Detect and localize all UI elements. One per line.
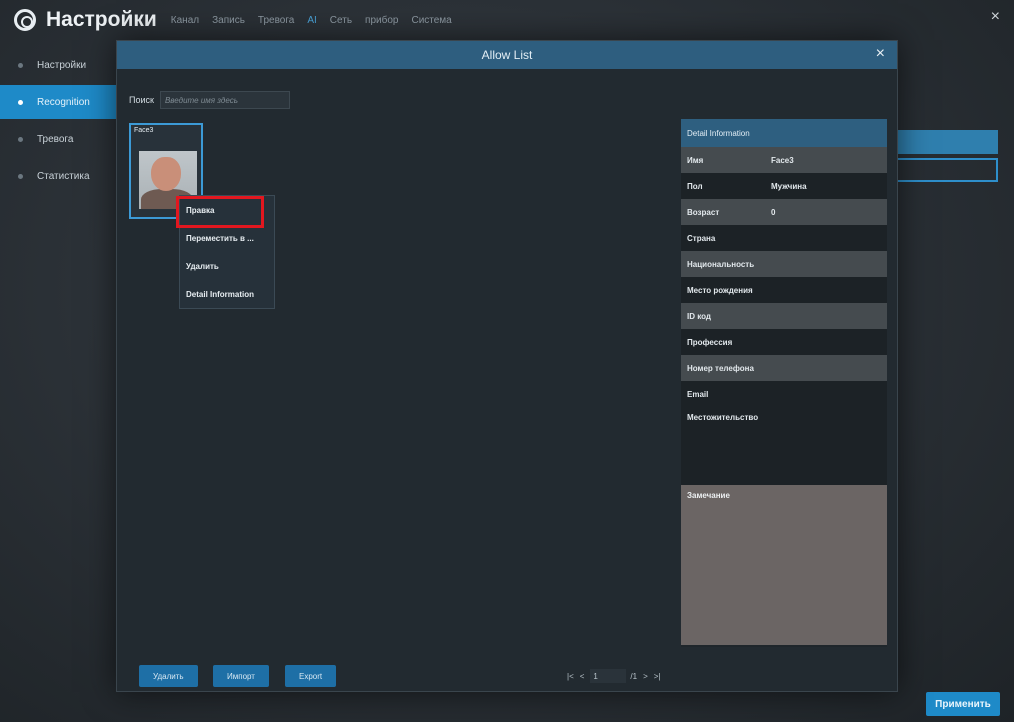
app-title: Настройки	[46, 8, 157, 31]
detail-row-email: Email	[681, 381, 887, 407]
detail-row-profession: Профессия	[681, 329, 887, 355]
detail-row-phone: Номер телефона	[681, 355, 887, 381]
face-photo-head	[151, 157, 181, 191]
detail-rows: Имя Face3 Пол Мужчина Возраст 0 Страна Н…	[681, 147, 887, 407]
detail-label: Номер телефона	[687, 363, 754, 373]
detail-row-birthplace: Место рождения	[681, 277, 887, 303]
tab-device[interactable]: прибор	[365, 15, 398, 26]
context-menu-detail-information[interactable]: Detail Information	[180, 280, 274, 308]
close-icon[interactable]: ×	[876, 45, 885, 63]
context-menu-edit[interactable]: Правка	[176, 196, 274, 228]
detail-label: Национальность	[687, 259, 755, 269]
face-card-name: Face3	[134, 127, 154, 134]
page-total: /1	[630, 671, 638, 681]
sidebar: Настройки Recognition Тревога Статистика	[0, 48, 120, 196]
delete-button[interactable]: Удалить	[139, 665, 198, 687]
gear-icon	[14, 9, 36, 31]
detail-label: Профессия	[687, 337, 733, 347]
tab-network[interactable]: Сеть	[330, 15, 352, 26]
search-row: Поиск	[129, 91, 290, 109]
detail-value: 0	[771, 207, 776, 217]
detail-row-age: Возраст 0	[681, 199, 887, 225]
detail-row-id-code: ID код	[681, 303, 887, 329]
detail-label: Email	[687, 389, 709, 399]
next-page-button[interactable]: >	[643, 672, 648, 681]
detail-label: Страна	[687, 233, 716, 243]
apply-button[interactable]: Применить	[926, 692, 1000, 716]
background-list-row	[892, 130, 998, 154]
sidebar-item-settings[interactable]: Настройки	[0, 48, 120, 82]
detail-information-panel: Detail Information Имя Face3 Пол Мужчина…	[681, 119, 887, 647]
sidebar-item-label: Статистика	[37, 170, 90, 182]
dialog-header: Allow List ×	[117, 41, 897, 69]
sidebar-item-alarm[interactable]: Тревога	[0, 122, 120, 156]
detail-row-country: Страна	[681, 225, 887, 251]
search-input[interactable]	[159, 91, 290, 109]
dialog-title: Allow List	[481, 48, 533, 62]
detail-header: Detail Information	[681, 119, 887, 147]
pager: |< < 1 /1 > >|	[567, 669, 667, 683]
context-menu-delete[interactable]: Удалить	[180, 252, 274, 280]
detail-value: Мужчина	[771, 181, 807, 191]
sidebar-item-label: Тревога	[37, 133, 74, 145]
detail-label: Имя	[687, 155, 704, 165]
top-bar: Настройки Канал Запись Тревога AI Сеть п…	[0, 0, 1014, 40]
tab-alarm[interactable]: Тревога	[258, 15, 294, 26]
search-label: Поиск	[129, 95, 154, 105]
sidebar-item-label: Recognition	[37, 96, 90, 108]
context-menu: Правка Переместить в ... Удалить Detail …	[176, 195, 275, 309]
allow-list-dialog: Allow List × Поиск Face3 Правка Перемест…	[116, 40, 898, 692]
bullet-icon	[18, 173, 23, 179]
tab-record[interactable]: Запись	[212, 15, 245, 26]
context-menu-move-to[interactable]: Переместить в ...	[180, 224, 274, 252]
detail-value: Face3	[771, 155, 794, 165]
detail-label: Место рождения	[687, 285, 753, 295]
sidebar-item-recognition[interactable]: Recognition	[0, 85, 120, 119]
bullet-icon	[18, 62, 23, 68]
detail-row-gender: Пол Мужчина	[681, 173, 887, 199]
export-button[interactable]: Export	[285, 665, 337, 687]
background-input-box	[892, 158, 998, 182]
detail-label: Возраст	[687, 207, 720, 217]
bullet-icon	[18, 136, 23, 142]
prev-page-button[interactable]: <	[580, 672, 585, 681]
detail-row-nationality: Национальность	[681, 251, 887, 277]
import-button[interactable]: Импорт	[213, 665, 269, 687]
detail-label: ID код	[687, 311, 711, 321]
page-number-input[interactable]: 1	[590, 669, 627, 683]
tab-system[interactable]: Система	[411, 15, 451, 26]
detail-label: Пол	[687, 181, 703, 191]
first-page-button[interactable]: |<	[567, 672, 574, 681]
detail-note: Замечание	[681, 485, 887, 645]
bullet-icon	[18, 99, 23, 105]
close-icon[interactable]: ×	[991, 8, 1000, 26]
sidebar-item-statistics[interactable]: Статистика	[0, 159, 120, 193]
detail-address: Местожительство	[681, 407, 887, 485]
tab-ai[interactable]: AI	[307, 15, 316, 26]
tab-channel[interactable]: Канал	[171, 15, 199, 26]
sidebar-item-label: Настройки	[37, 59, 87, 71]
detail-row-name: Имя Face3	[681, 147, 887, 173]
last-page-button[interactable]: >|	[654, 672, 661, 681]
